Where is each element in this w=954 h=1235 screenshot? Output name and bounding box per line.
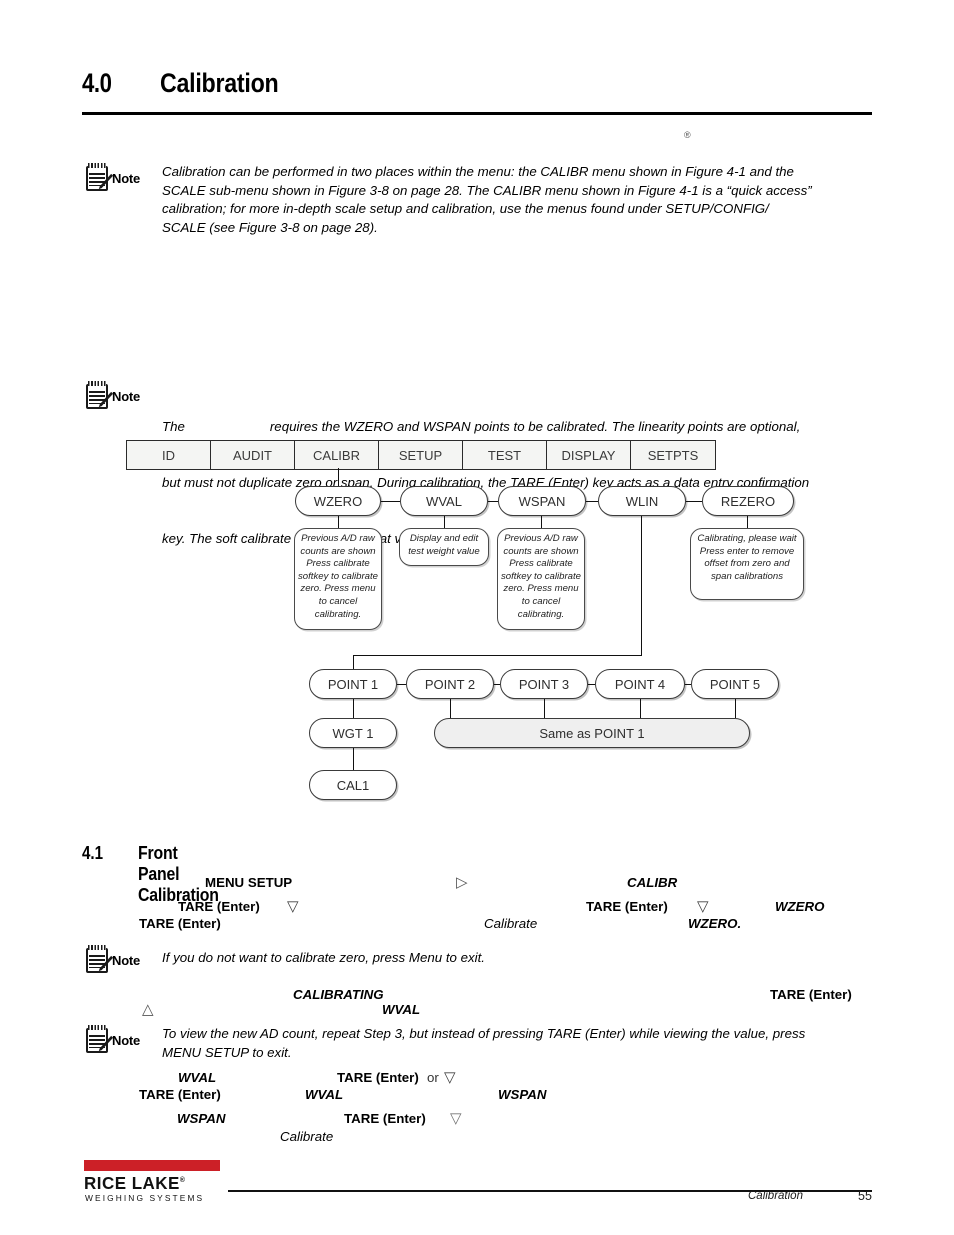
menu-bar: ID AUDIT CALIBR SETUP TEST DISPLAY SETPT… [126,440,716,470]
connector-calibr-down [338,468,339,486]
node-same-as-point1: Same as POINT 1 [434,718,750,748]
menu-item-setpts[interactable]: SETPTS [631,441,715,469]
connector-wzero-wval [381,501,400,502]
note-line: SCALE (see Figure 3-8 on page 28). [162,219,378,235]
menu-item-id[interactable]: ID [127,441,211,469]
document-page: 4.0 Calibration ® Note Calibration can b… [0,0,954,1235]
connector-point4-down [640,699,641,718]
triangle-down-icon: ▽ [697,898,709,915]
footer-section-label: Calibration [748,1190,803,1202]
node-wzero[interactable]: WZERO [295,486,381,516]
body-term-menu-setup: MENU SETUP [205,875,293,890]
node-wval[interactable]: WVAL [400,486,488,516]
note-line: calibration; for more in-depth scale set… [162,201,769,217]
connector-point5-down [735,699,736,718]
desc-box-wval: Display and edit test weight value [399,528,489,566]
section-number: 4.1 [82,843,104,863]
note-line: SCALE sub-menu shown in Figure 3-8 on pa… [162,182,812,198]
note-text-4: To view the new AD count, repeat Step 3,… [162,1025,952,1062]
menu-item-display[interactable]: DISPLAY [547,441,631,469]
desc-box-rezero: Calibrating, please wait Press enter to … [690,528,804,600]
triangle-down-icon: ▽ [444,1069,456,1086]
note-label: Note [112,953,141,968]
note-line: MENU SETUP to exit. [162,1044,292,1060]
registered-trademark-icon: ® [684,130,691,140]
body-term-wzero: WZERO [775,899,825,914]
body-term-calibrating: CALIBRATING [293,987,384,1002]
body-term-wspan: WSPAN [498,1087,547,1102]
chapter-heading: 4.0 Calibration [82,68,872,110]
note-line: If you do not want to calibrate zero, pr… [162,950,485,965]
body-term-tare-enter: TARE (Enter) [586,899,668,914]
connector-wlin-rezero [686,501,702,502]
node-point-4[interactable]: POINT 4 [595,669,685,699]
body-term-calibrate: Calibrate [280,1129,334,1144]
rice-lake-logo: RICE LAKE® WEIGHING SYSTEMS [84,1160,224,1206]
note-line: To view the new AD count, repeat Step 3,… [162,1026,806,1041]
node-point-3[interactable]: POINT 3 [500,669,588,699]
body-term-tare-enter: TARE (Enter) [178,899,260,914]
body-term-tare-enter: TARE (Enter) [139,1087,221,1102]
triangle-down-icon: ▽ [287,898,299,915]
logo-red-bar [84,1160,220,1171]
triangle-up-icon: △ [142,1001,154,1018]
node-point-1[interactable]: POINT 1 [309,669,397,699]
chapter-rule [82,112,872,115]
connector-point3-point4 [588,684,595,685]
note-text-1: Calibration can be performed in two plac… [162,163,882,237]
connector-wval-wspan [488,501,498,502]
connector-point4-point5 [685,684,691,685]
connector-wlin-down [641,516,642,655]
node-point-2[interactable]: POINT 2 [406,669,494,699]
body-term-wval: WVAL [305,1087,344,1102]
connector-point2-down [450,699,451,718]
logo-wordmark: RICE LAKE® [84,1173,185,1194]
body-word-or: or [427,1070,439,1085]
connector-point3-down [544,699,545,718]
body-term-wval: WVAL [382,1002,421,1017]
chapter-title: Calibration [160,68,279,98]
menu-item-calibr[interactable]: CALIBR [295,441,379,469]
connector-point1-point2 [397,684,406,685]
desc-box-wspan: Previous A/D raw counts are shown Press … [497,528,585,630]
body-term-tare-enter: TARE (Enter) [344,1111,426,1126]
note-text-3: If you do not want to calibrate zero, pr… [162,949,862,968]
logo-registered-icon: ® [179,1177,186,1185]
menu-item-test[interactable]: TEST [463,441,547,469]
node-rezero[interactable]: REZERO [702,486,794,516]
note-line: Calibration can be performed in two plac… [162,164,794,179]
body-term-tare-enter: TARE (Enter) [139,916,221,931]
connector-wgt1-cal1 [353,748,354,770]
body-term-wzero: WZERO. [688,916,742,931]
connector-point2-point3 [494,684,500,685]
menu-item-audit[interactable]: AUDIT [211,441,295,469]
body-term-calibr: CALIBR [627,875,678,890]
body-term-calibrate: Calibrate [484,916,538,931]
logo-tagline: WEIGHING SYSTEMS [85,1193,205,1203]
connector-wlin-elbow [353,655,642,656]
body-term-tare-enter: TARE (Enter) [770,987,852,1002]
desc-box-wzero: Previous A/D raw counts are shown Press … [294,528,382,630]
logo-name-text: RICE LAKE [84,1173,180,1193]
chapter-number: 4.0 [82,68,112,98]
connector-point1-up [353,655,354,669]
note-label: Note [112,389,141,404]
triangle-right-icon: ▷ [456,874,468,891]
body-term-wspan: WSPAN [177,1111,226,1126]
note-label: Note [112,1033,141,1048]
footer-page-number: 55 [858,1189,872,1203]
node-wlin[interactable]: WLIN [598,486,686,516]
body-term-wval: WVAL [178,1070,217,1085]
note-line: The requires the WZERO and WSPAN points … [162,419,801,435]
connector-point1-wgt1 [353,699,354,718]
node-cal1[interactable]: CAL1 [309,770,397,800]
node-wgt-1[interactable]: WGT 1 [309,718,397,748]
menu-item-setup[interactable]: SETUP [379,441,463,469]
node-wspan[interactable]: WSPAN [498,486,586,516]
connector-wspan-wlin [586,501,598,502]
triangle-down-icon: ▽ [450,1110,462,1127]
body-term-tare-enter: TARE (Enter) [337,1070,419,1085]
node-point-5[interactable]: POINT 5 [691,669,779,699]
note-label: Note [112,171,141,186]
